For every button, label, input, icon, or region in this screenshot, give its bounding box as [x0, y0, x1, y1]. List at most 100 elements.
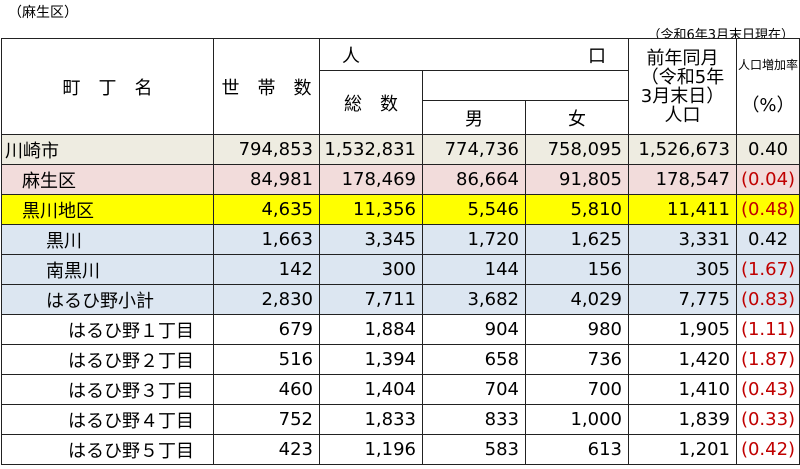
table-row: はるひ野１丁目 679 1,884 904 980 1,905 (1.11): [1, 314, 800, 345]
cell-prev: 3,331: [628, 224, 737, 255]
area-name: はるひ野２丁目: [1, 344, 214, 375]
area-name: はるひ野５丁目: [1, 434, 214, 465]
table-row: はるひ野５丁目 423 1,196 583 613 1,201 (0.42): [1, 434, 800, 465]
col-header-male: 男: [422, 100, 526, 135]
cell-households: 516: [213, 344, 320, 375]
cell-male: 144: [422, 254, 526, 285]
table-row: はるひ野４丁目 752 1,833 833 1,000 1,839 (0.33): [1, 404, 800, 435]
cell-prev: 11,411: [628, 194, 737, 225]
table-row: はるひ野２丁目 516 1,394 658 736 1,420 (1.87): [1, 344, 800, 375]
cell-male: 5,546: [422, 194, 526, 225]
cell-total: 1,196: [319, 434, 423, 465]
col-header-prev-year: 前年同月 （令和5年 3月末日） 人口: [628, 38, 737, 135]
cell-male: 658: [422, 344, 526, 375]
cell-households: 2,830: [213, 284, 320, 315]
area-name: 黒川地区: [1, 194, 214, 225]
cell-rate: 0.40: [736, 134, 800, 165]
cell-female: 980: [525, 314, 629, 345]
cell-female: 1,000: [525, 404, 629, 435]
cell-households: 460: [213, 374, 320, 405]
cell-male: 774,736: [422, 134, 526, 165]
cell-rate: (1.87): [736, 344, 800, 375]
table-row: 黒川 1,663 3,345 1,720 1,625 3,331 0.42: [1, 224, 800, 255]
cell-male: 86,664: [422, 164, 526, 195]
cell-prev: 1,839: [628, 404, 737, 435]
cell-male: 3,682: [422, 284, 526, 315]
cell-female: 91,805: [525, 164, 629, 195]
area-name: 川崎市: [1, 134, 214, 165]
cell-rate: (0.42): [736, 434, 800, 465]
col-header-population: 人 口: [319, 38, 629, 71]
cell-households: 4,635: [213, 194, 320, 225]
col-header-total: 総 数: [319, 70, 423, 135]
cell-total: 300: [319, 254, 423, 285]
cell-households: 84,981: [213, 164, 320, 195]
cell-total: 1,884: [319, 314, 423, 345]
cell-rate: (1.11): [736, 314, 800, 345]
cell-households: 1,663: [213, 224, 320, 255]
cell-prev: 178,547: [628, 164, 737, 195]
cell-male: 904: [422, 314, 526, 345]
cell-total: 1,532,831: [319, 134, 423, 165]
ward-tag: （麻生区）: [8, 5, 78, 21]
area-name: はるひ野小計: [1, 284, 214, 315]
cell-households: 794,853: [213, 134, 320, 165]
table-row: 川崎市 794,853 1,532,831 774,736 758,095 1,526,6…: [1, 134, 800, 165]
cell-male: 1,720: [422, 224, 526, 255]
cell-female: 700: [525, 374, 629, 405]
area-name: 南黒川: [1, 254, 214, 285]
cell-rate: (0.83): [736, 284, 800, 315]
table-row: はるひ野小計 2,830 7,711 3,682 4,029 7,775 (0.83): [1, 284, 800, 315]
cell-female: 1,625: [525, 224, 629, 255]
cell-male: 704: [422, 374, 526, 405]
cell-male: 833: [422, 404, 526, 435]
col-header-female: 女: [525, 100, 629, 135]
col-header-gap: [422, 70, 629, 101]
cell-female: 736: [525, 344, 629, 375]
cell-prev: 1,420: [628, 344, 737, 375]
population-table: 町 丁 名 世 帯 数 人 口 前年同月 （令和5年 3月末日） 人口 人口増加…: [1, 38, 800, 465]
cell-households: 142: [213, 254, 320, 285]
cell-female: 4,029: [525, 284, 629, 315]
area-name: 黒川: [1, 224, 214, 255]
area-name: 麻生区: [1, 164, 214, 195]
cell-rate: (0.04): [736, 164, 800, 195]
cell-prev: 7,775: [628, 284, 737, 315]
cell-total: 1,394: [319, 344, 423, 375]
table-row: 南黒川 142 300 144 156 305 (1.67): [1, 254, 800, 285]
table-row: 麻生区 84,981 178,469 86,664 91,805 178,547 (0.04…: [1, 164, 800, 195]
col-header-population-right: 口: [588, 45, 606, 67]
col-header-population-left: 人: [342, 45, 360, 67]
cell-total: 178,469: [319, 164, 423, 195]
cell-total: 11,356: [319, 194, 423, 225]
cell-total: 1,404: [319, 374, 423, 405]
cell-female: 758,095: [525, 134, 629, 165]
cell-total: 3,345: [319, 224, 423, 255]
col-header-rate: 人口増加率 （%）: [736, 38, 800, 135]
cell-male: 583: [422, 434, 526, 465]
population-table-page: （麻生区） （令和6年3月末日現在） 町 丁 名 世 帯 数 人 口 前年同月 …: [0, 0, 800, 469]
cell-prev: 1,905: [628, 314, 737, 345]
cell-female: 5,810: [525, 194, 629, 225]
cell-households: 423: [213, 434, 320, 465]
area-name: はるひ野１丁目: [1, 314, 214, 345]
col-header-name: 町 丁 名: [1, 38, 214, 135]
cell-female: 156: [525, 254, 629, 285]
cell-households: 752: [213, 404, 320, 435]
cell-rate: (1.67): [736, 254, 800, 285]
area-name: はるひ野３丁目: [1, 374, 214, 405]
table-row: 黒川地区 4,635 11,356 5,546 5,810 11,411 (0.48): [1, 194, 800, 225]
area-name: はるひ野４丁目: [1, 404, 214, 435]
cell-prev: 1,201: [628, 434, 737, 465]
cell-rate: (0.43): [736, 374, 800, 405]
cell-rate: (0.33): [736, 404, 800, 435]
cell-prev: 305: [628, 254, 737, 285]
cell-female: 613: [525, 434, 629, 465]
cell-prev: 1,410: [628, 374, 737, 405]
cell-prev: 1,526,673: [628, 134, 737, 165]
cell-rate: (0.48): [736, 194, 800, 225]
cell-total: 1,833: [319, 404, 423, 435]
table-row: はるひ野３丁目 460 1,404 704 700 1,410 (0.43): [1, 374, 800, 405]
cell-households: 679: [213, 314, 320, 345]
col-header-households: 世 帯 数: [213, 38, 320, 135]
